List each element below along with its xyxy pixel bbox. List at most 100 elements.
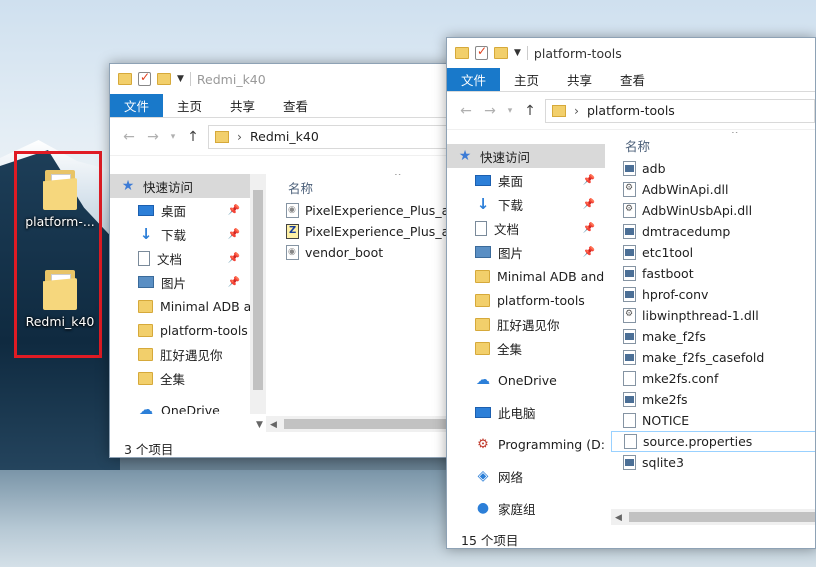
sidebar-item[interactable]: ↓ 下载 📌 [110,222,250,246]
sidebar-item[interactable]: platform-tools [110,318,250,342]
chevron-down-icon[interactable]: ▼ [514,48,521,58]
pin-icon[interactable]: 📌 [228,277,240,288]
address-bar[interactable]: › Redmi_k40 [208,124,453,149]
breadcrumb-chevron-icon[interactable]: › [237,129,242,144]
file-file-icon [624,434,637,449]
tab-share[interactable]: 共享 [216,94,269,117]
explorer-window-redmi-k40[interactable]: ▼ Redmi_k40 文件 主页 共享 查看 ← → ▾ ↑ › Redmi_… [109,63,454,458]
title-bar[interactable]: ▼ Redmi_k40 [110,64,453,94]
back-arrow-icon[interactable]: ← [457,103,475,119]
file-row[interactable]: libwinpthread-1.dll [611,305,815,326]
breadcrumb[interactable]: platform-tools [587,103,675,118]
sidebar-item[interactable]: ☁ OneDrive [110,398,250,414]
sidebar-item[interactable]: ★ 快速访问 [447,144,605,168]
pin-icon[interactable]: 📌 [583,175,595,186]
pin-icon[interactable]: 📌 [228,229,240,240]
document-icon [138,250,150,266]
recent-locations-chevron-icon[interactable]: ▾ [168,132,178,142]
sidebar-item[interactable]: 肛好遇见你 [447,312,605,336]
sidebar-item[interactable]: 桌面 📌 [447,168,605,192]
title-bar[interactable]: ▼ platform-tools [447,38,815,68]
new-folder-icon[interactable] [494,47,508,59]
file-row[interactable]: dmtracedump [611,221,815,242]
sidebar-item[interactable]: ⚙ Programming (D:) [447,432,605,456]
nav-scrollbar[interactable] [250,174,266,414]
file-row[interactable]: sqlite3 [611,452,815,473]
tab-view[interactable]: 查看 [606,68,659,91]
file-row[interactable]: PixelExperience_Plus_alio [274,221,453,242]
up-arrow-icon[interactable]: ↑ [521,103,539,119]
divider [526,46,528,60]
scroll-left-icon[interactable]: ◀ [615,513,622,523]
sidebar-item[interactable]: 图片 📌 [447,240,605,264]
desktop-icon-platform-tools[interactable]: platform-... [19,168,101,229]
recent-locations-chevron-icon[interactable]: ▾ [505,106,515,116]
sidebar-item[interactable]: 全集 [110,366,250,390]
file-row[interactable]: make_f2fs [611,326,815,347]
sidebar-item[interactable]: ★ 快速访问 [110,174,250,198]
sidebar-item[interactable]: 文档 📌 [110,246,250,270]
explorer-window-platform-tools[interactable]: ▼ platform-tools 文件 主页 共享 查看 ← → ▾ ↑ › p… [446,37,816,549]
properties-icon[interactable] [475,44,488,60]
scrollbar-thumb[interactable] [629,512,815,522]
tab-file[interactable]: 文件 [447,68,501,91]
file-row[interactable]: etc1tool [611,242,815,263]
file-row[interactable]: hprof-conv [611,284,815,305]
sidebar-item[interactable]: 文档 📌 [447,216,605,240]
file-row[interactable]: PixelExperience_Plus_alio [274,200,453,221]
tab-home[interactable]: 主页 [500,68,553,91]
file-row[interactable]: AdbWinApi.dll [611,179,815,200]
sidebar-item[interactable]: 此电脑 [447,400,605,424]
file-row[interactable]: mke2fs.conf [611,368,815,389]
forward-arrow-icon[interactable]: → [481,103,499,119]
pin-icon[interactable]: 📌 [583,223,595,234]
file-row[interactable]: source.properties [611,431,815,452]
column-header-name[interactable]: 名称 ^ [611,132,815,158]
scroll-left-icon[interactable]: ◀ [270,420,277,430]
sidebar-item[interactable]: Minimal ADB and [447,264,605,288]
forward-arrow-icon[interactable]: → [144,129,162,145]
sidebar-item[interactable]: 肛好遇见你 [110,342,250,366]
sidebar-item[interactable]: ◈ 网络 [447,464,605,488]
file-row[interactable]: vendor_boot [274,242,453,263]
properties-icon[interactable] [138,70,151,86]
sidebar-item[interactable]: Minimal ADB a [110,294,250,318]
file-row[interactable]: make_f2fs_casefold [611,347,815,368]
file-row[interactable]: mke2fs [611,389,815,410]
sidebar-item[interactable]: 图片 📌 [110,270,250,294]
up-arrow-icon[interactable]: ↑ [184,129,202,145]
tab-home[interactable]: 主页 [163,94,216,117]
scrollbar-thumb[interactable] [284,419,453,429]
sidebar-item[interactable]: ● 家庭组 [447,496,605,520]
exe-file-icon [623,161,636,176]
breadcrumb[interactable]: Redmi_k40 [250,129,319,144]
tab-share[interactable]: 共享 [553,68,606,91]
sidebar-item[interactable]: platform-tools [447,288,605,312]
tab-file[interactable]: 文件 [110,94,164,117]
scrollbar-thumb[interactable] [253,190,263,390]
file-row[interactable]: NOTICE [611,410,815,431]
tab-view[interactable]: 查看 [269,94,322,117]
new-folder-icon[interactable] [157,73,171,85]
file-row[interactable]: fastboot [611,263,815,284]
pin-icon[interactable]: 📌 [228,205,240,216]
sidebar-item[interactable]: 全集 [447,336,605,360]
breadcrumb-chevron-icon[interactable]: › [574,103,579,118]
file-list-horizontal-scrollbar[interactable] [611,509,815,525]
file-row[interactable]: adb [611,158,815,179]
pin-icon[interactable]: 📌 [583,247,595,258]
back-arrow-icon[interactable]: ← [120,129,138,145]
pin-icon[interactable]: 📌 [228,253,240,264]
sidebar-item[interactable]: 桌面 📌 [110,198,250,222]
sidebar-item[interactable]: ↓ 下载 📌 [447,192,605,216]
column-header-name[interactable]: 名称 ^ [274,174,453,200]
sidebar-item[interactable]: ☁ OneDrive [447,368,605,392]
desktop-icon-redmi-k40[interactable]: Redmi_k40 [19,268,101,329]
chevron-down-icon[interactable]: ▼ [177,74,184,84]
homegroup-icon: ● [476,500,490,516]
file-row[interactable]: AdbWinUsbApi.dll [611,200,815,221]
file-list-horizontal-scrollbar[interactable] [266,416,453,432]
address-bar[interactable]: › platform-tools [545,98,815,123]
scroll-down-icon[interactable]: ▼ [256,420,263,430]
pin-icon[interactable]: 📌 [583,199,595,210]
